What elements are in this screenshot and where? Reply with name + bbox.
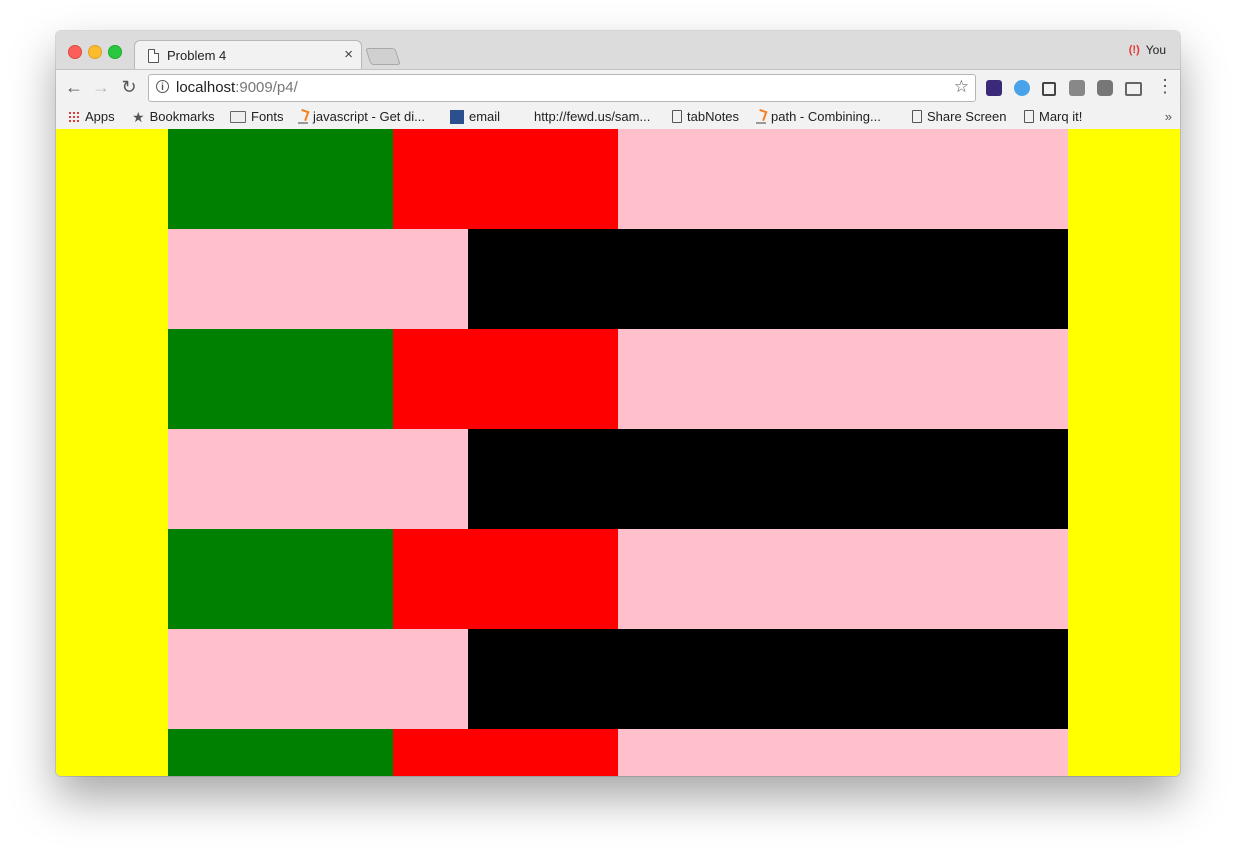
stripe-row <box>168 529 1068 629</box>
tag-icon[interactable] <box>1069 80 1085 96</box>
green-block <box>168 129 393 229</box>
tab-title: Problem 4 <box>167 48 227 63</box>
url-text[interactable]: localhost:9009/p4/ <box>176 79 298 96</box>
stripe-row <box>168 629 1068 729</box>
browser-window: Problem 4 × (!) You ← → ↻ i localhost:90… <box>56 31 1180 776</box>
stripe-row <box>168 329 1068 429</box>
stripe-row <box>168 229 1068 329</box>
url-host: localhost <box>176 79 236 96</box>
green-block <box>168 329 393 429</box>
document-icon <box>912 110 922 123</box>
bookmark-label: Bookmarks <box>149 109 215 124</box>
bookmark-label: email <box>469 109 501 124</box>
bookmark-email[interactable]: email <box>450 109 500 124</box>
back-button[interactable]: ← <box>64 77 84 97</box>
menu-icon[interactable]: ⋮ <box>1156 76 1174 96</box>
red-block <box>393 729 618 776</box>
bookmark-marq-it[interactable]: Marq it! <box>1024 109 1082 124</box>
toolbar: ← → ↻ i localhost:9009/p4/ ☆ ⋮ <box>56 69 1180 107</box>
profile-label: You <box>1145 43 1166 57</box>
bookmarks-overflow-icon[interactable]: » <box>1165 109 1172 124</box>
forward-button[interactable]: → <box>91 77 111 97</box>
black-block <box>467 429 1068 529</box>
star-icon: ★ <box>132 108 145 125</box>
red-block <box>393 129 618 229</box>
title-bar: Problem 4 × (!) You <box>56 31 1180 70</box>
pink-block <box>618 729 1068 776</box>
info-icon[interactable]: i <box>156 80 169 93</box>
bookmark-label: path - Combining... <box>771 109 881 124</box>
pink-block <box>618 129 1068 229</box>
bookmarks-bar: Apps ★ Bookmarks Fonts javascript - Get d… <box>56 106 1180 130</box>
grid-icon <box>450 109 464 124</box>
bookmark-label: Apps <box>85 109 115 124</box>
pixel-ruler-icon[interactable] <box>986 80 1002 96</box>
pink-block <box>168 229 468 329</box>
stackoverflow-icon <box>298 110 308 124</box>
cast-icon[interactable] <box>1125 82 1142 96</box>
bookmark-fonts[interactable]: Fonts <box>230 109 284 124</box>
vimeo-icon[interactable] <box>1014 80 1030 96</box>
profile-button[interactable]: (!) You <box>1129 43 1166 57</box>
close-window-button[interactable] <box>68 45 82 59</box>
red-block <box>393 329 618 429</box>
sync-error-icon: (!) <box>1128 44 1140 56</box>
tab-close-icon[interactable]: × <box>344 46 353 63</box>
bookmark-label: Fonts <box>251 109 284 124</box>
maximize-window-button[interactable] <box>108 45 122 59</box>
stripe-row <box>168 129 1068 229</box>
folder-icon <box>230 110 246 123</box>
bookmark-share-screen[interactable]: Share Screen <box>912 109 1007 124</box>
new-tab-button[interactable] <box>365 48 401 65</box>
green-block <box>168 529 393 629</box>
stackoverflow-icon <box>756 110 766 124</box>
bookmark-javascript[interactable]: javascript - Get di... <box>298 109 425 124</box>
url-path: :9009/p4/ <box>235 79 298 96</box>
bookmark-bookmarks[interactable]: ★ Bookmarks <box>132 109 215 124</box>
stripe-row <box>168 429 1068 529</box>
bookmark-tabnotes[interactable]: tabNotes <box>672 109 739 124</box>
stripe-row <box>168 729 1068 776</box>
pocket-icon[interactable] <box>1097 80 1113 96</box>
bookmark-label: Marq it! <box>1039 109 1083 124</box>
black-block <box>467 229 1068 329</box>
pink-block <box>168 629 468 729</box>
document-icon <box>672 110 682 123</box>
address-bar[interactable]: i localhost:9009/p4/ ☆ <box>148 74 976 102</box>
apps-grid-icon <box>68 110 80 123</box>
reload-button[interactable]: ↻ <box>119 77 139 97</box>
red-block <box>393 529 618 629</box>
bookmark-label: http://fewd.us/sam... <box>534 109 651 124</box>
green-block <box>168 729 393 776</box>
puzzle-icon[interactable] <box>1042 82 1056 96</box>
pink-block <box>168 429 468 529</box>
tab-problem-4[interactable]: Problem 4 × <box>134 40 362 70</box>
bookmark-label: tabNotes <box>687 109 740 124</box>
bookmark-label: javascript - Get di... <box>313 109 425 124</box>
document-icon <box>1024 110 1034 123</box>
stripe-pattern <box>168 129 1068 776</box>
bookmark-apps[interactable]: Apps <box>68 109 115 124</box>
pink-block <box>618 529 1068 629</box>
bookmark-label: Share Screen <box>927 109 1007 124</box>
document-icon <box>148 49 159 63</box>
bookmark-fewd[interactable]: http://fewd.us/sam... <box>534 109 650 124</box>
pink-block <box>618 329 1068 429</box>
bookmark-path[interactable]: path - Combining... <box>756 109 881 124</box>
black-block <box>467 629 1068 729</box>
bookmark-star-icon[interactable]: ☆ <box>954 77 969 97</box>
minimize-window-button[interactable] <box>88 45 102 59</box>
page-viewport <box>56 129 1180 776</box>
